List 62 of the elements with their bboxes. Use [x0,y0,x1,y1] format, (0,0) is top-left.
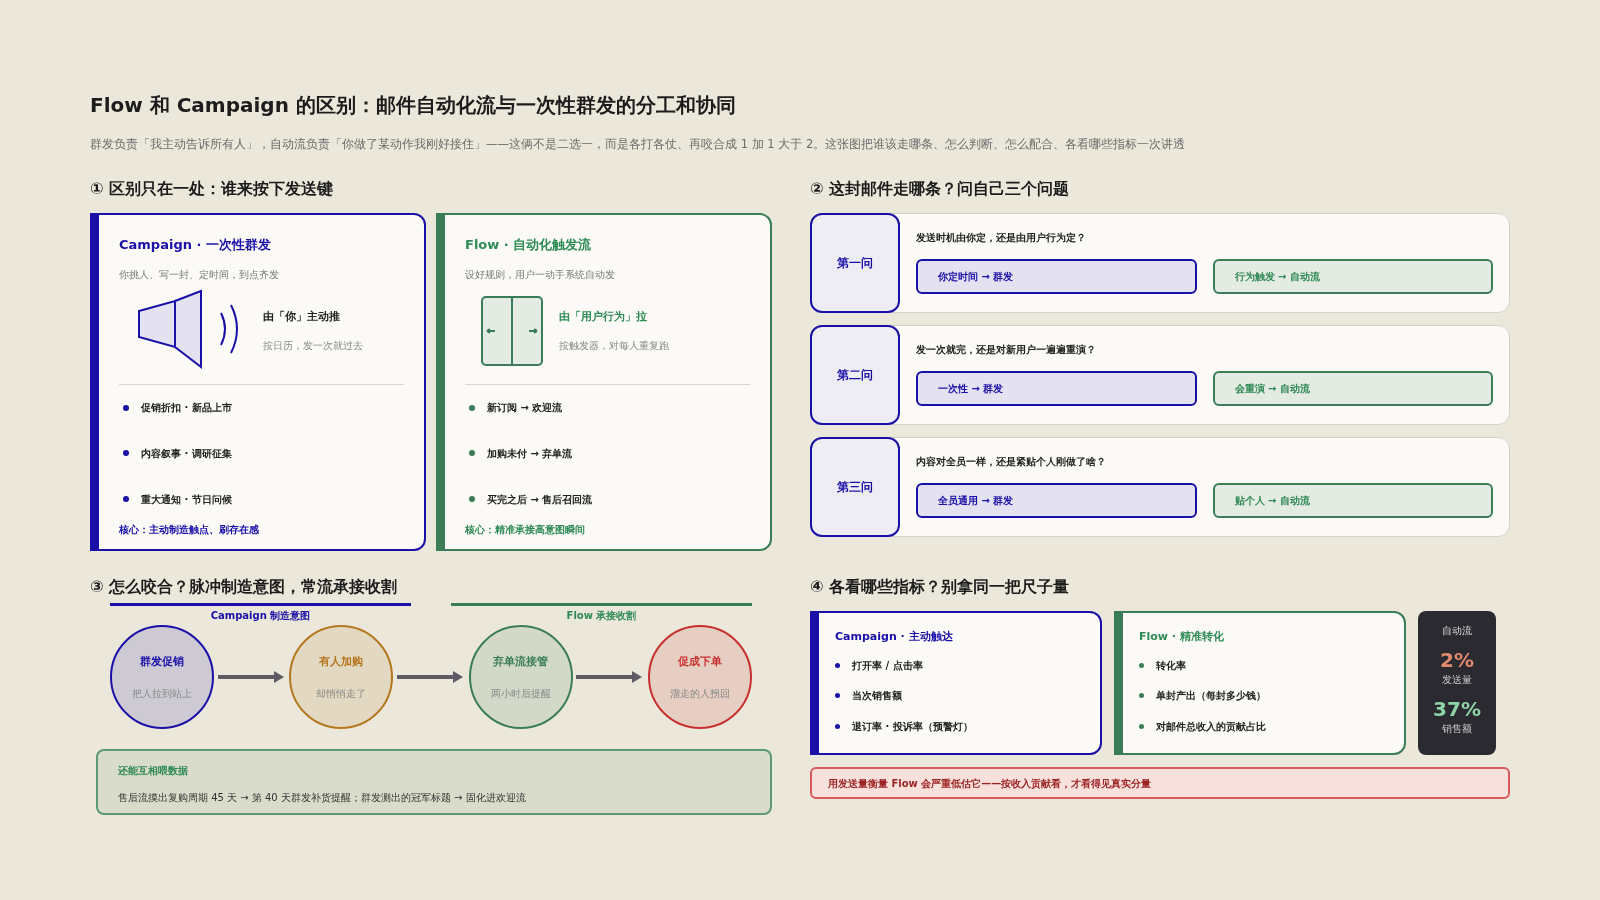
question-label: 第二问 [810,325,900,426]
metric-name: 单封产出（每封多少钱） [1156,689,1266,703]
page-title: Flow 和 Campaign 的区别：邮件自动化流与一次性群发的分工和协同 [90,92,737,119]
card-title: Campaign · 一次性群发 [119,236,272,255]
step-note: 溜走的人拐回 [669,687,730,701]
step-note: 两小时后提醒 [490,687,551,701]
stat-value: 2% [1440,648,1474,673]
question-text: 发送时机由你定，还是由用户行为定？ [916,231,1087,246]
metric-name: 打开率 / 点击率 [852,658,923,673]
stat-value: 37% [1433,697,1481,722]
stat-label: 发送量 [1442,673,1472,688]
card-title: Campaign · 主动触达 [835,629,954,646]
question-text: 发一次就完，还是对新用户一遍遍重演？ [916,343,1097,358]
sliding-door-icon [481,295,543,366]
use-case: 内容叙事 · 调研征集 [141,447,232,461]
step-title: 促成下单 [677,653,722,670]
mode-title: 由「用户行为」拉 [559,309,648,325]
campaign-answer: 全员通用 → 群发 [916,483,1197,519]
question-label: 第一问 [810,213,900,314]
core-summary: 核心：主动制造触点、刷存在感 [119,523,260,538]
use-case: 促销折扣 · 新品上市 [141,401,232,416]
arrow-icon [396,671,465,684]
question-label: 第三问 [810,437,900,538]
phase-label: Campaign 制造意图 [210,609,311,624]
mode-title: 由「你」主动推 [263,309,341,325]
step-title: 弃单流接管 [493,653,549,670]
question-text: 内容对全员一样，还是紧贴个人刚做了啥？ [916,455,1107,470]
metric-name: 转化率 [1156,658,1186,673]
stats-title: 自动流 [1442,624,1472,639]
use-case: 加购未付 → 弃单流 [487,447,573,461]
stat-label: 销售额 [1442,722,1472,737]
metric-name: 对邮件总收入的贡献占比 [1156,719,1266,734]
use-case: 重大通知 · 节日问候 [141,492,232,507]
metric-name: 退订率 · 投诉率（预警灯） [852,719,973,734]
step-title: 群发促销 [140,653,184,670]
flow-answer: 会重演 → 自动流 [1212,371,1493,407]
page-subtitle: 群发负责「我主动告诉所有人」，自动流负责「你做了某动作我刚好接住」——这俩不是二选一，而是各打各仗、再咬合成 1 加 1 大于 2。这张图把谁该走哪条、怎么判断、怎么配合、各看哪些指标一次讲透 [90,136,1187,153]
mode-note: 按触发器，对每人重复跑 [559,338,669,353]
warning-banner: 用发送量衡量 Flow 会严重低估它——按收入贡献看，才看得见真实分量 [810,767,1510,800]
card-title: Flow · 精准转化 [1139,629,1225,646]
feedback-title: 还能互相喂数据 [118,764,189,779]
metric-name: 当次销售额 [852,689,902,703]
step-note: 却悄悄走了 [316,687,367,701]
phase-label: Flow 承接收割 [566,609,637,624]
section-heading: ③ 怎么咬合？脉冲制造意图，常流承接收割 [90,576,399,599]
campaign-answer: 一次性 → 群发 [916,371,1197,407]
campaign-answer: 你定时间 → 群发 [916,259,1197,295]
use-case: 买完之后 → 售后召回流 [487,492,593,507]
card-description: 你挑人、写一封、定时间，到点齐发 [119,267,280,282]
section-heading: ④ 各看哪些指标？别拿同一把尺子量 [810,576,1071,599]
step-title: 有人加购 [319,653,364,670]
use-case: 新订阅 → 欢迎流 [487,401,563,416]
mode-note: 按日历，发一次就过去 [263,338,363,353]
core-summary: 核心：精准承接高意图瞬间 [465,523,586,538]
feedback-text: 售后流摸出复购周期 45 天 → 第 40 天群发补货提醒；群发测出的冠军标题 → 固化进欢迎流 [118,791,527,806]
arrow-icon [217,671,286,684]
section-heading: ① 区别只在一处：谁来按下发送键 [90,178,335,201]
section-heading: ② 这封邮件走哪条？问自己三个问题 [810,178,1071,201]
flow-answer: 贴个人 → 自动流 [1212,483,1493,519]
flow-answer: 行为触发 → 自动流 [1212,259,1493,295]
card-description: 设好规则，用户一动手系统自动发 [465,267,616,282]
card-title: Flow · 自动化触发流 [465,236,593,255]
